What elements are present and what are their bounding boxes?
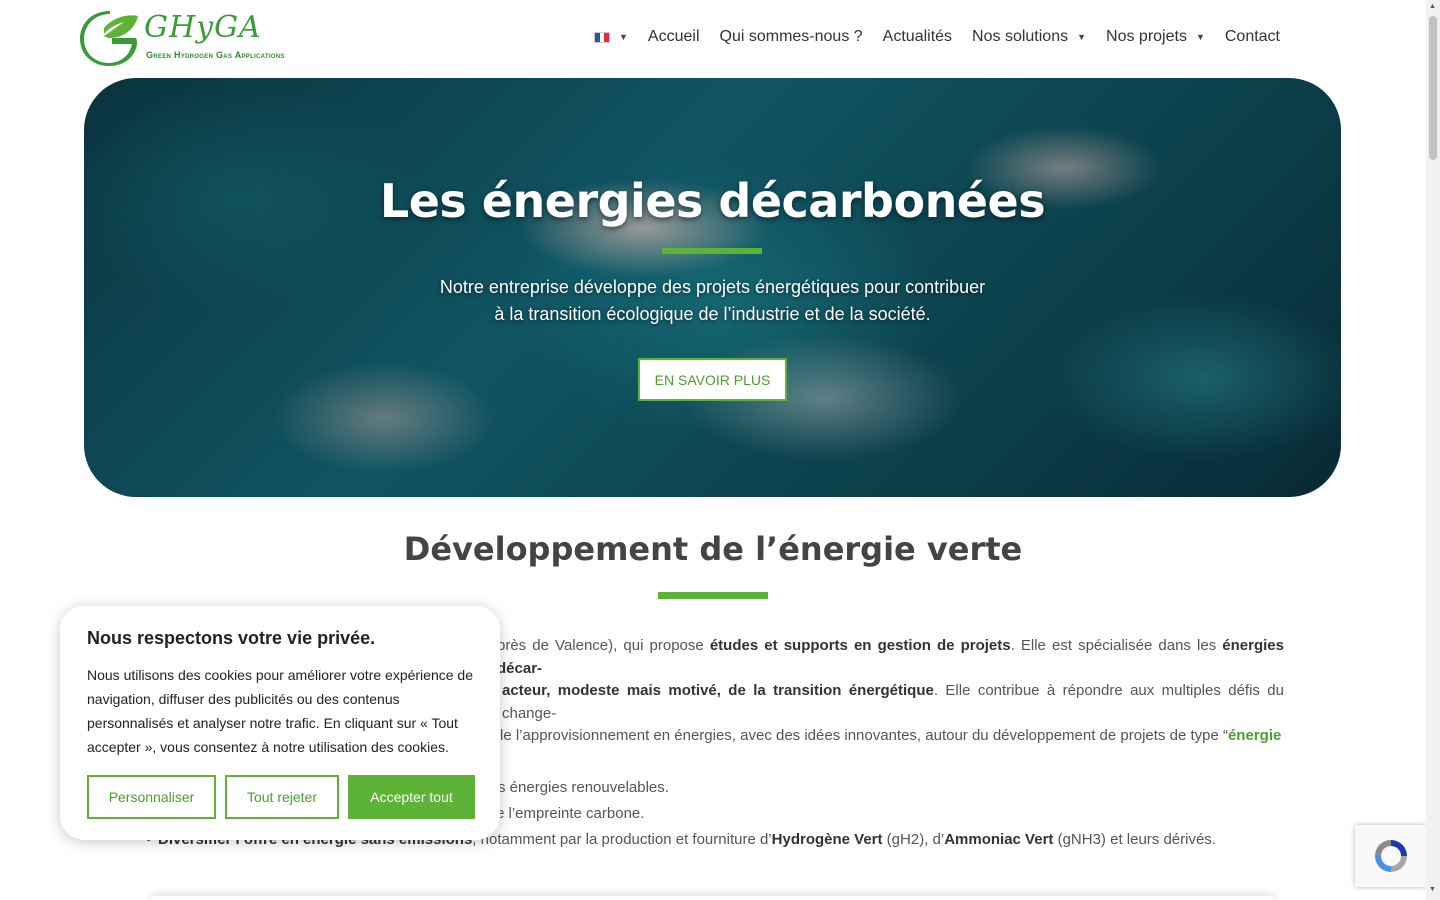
scroll-up-icon[interactable]: ▲ [1429, 3, 1436, 10]
france-flag-icon [594, 31, 610, 43]
nav-label: Nos solutions [972, 28, 1069, 45]
nav-label: Accueil [647, 28, 700, 45]
site-logo[interactable]: GHyGA Green Hydrogen Gas Applications [80, 8, 310, 68]
cookie-text: Nous utilisons des cookies pour améliore… [87, 667, 473, 755]
customize-cookies-button[interactable]: Personnaliser [87, 775, 216, 819]
chevron-down-icon: ▼ [619, 32, 628, 42]
nav-actualites[interactable]: Actualités [883, 28, 952, 46]
nav-qui-sommes-nous[interactable]: Qui sommes-nous ? [720, 28, 863, 46]
nav-label: Contact [1224, 28, 1280, 45]
hero-divider [662, 248, 762, 254]
main-nav: ▼ Accueil Qui sommes-nous ? Actualités N… [594, 28, 1280, 46]
logo-tagline: Green Hydrogen Gas Applications [146, 50, 285, 60]
language-switcher[interactable]: ▼ [594, 31, 628, 43]
page-scrollbar[interactable]: ▲ ▼ [1426, 0, 1440, 900]
next-section-card [150, 896, 1275, 900]
learn-more-button[interactable]: EN SAVOIR PLUS [638, 358, 787, 401]
logo-leaf-g-icon [80, 11, 138, 66]
hero-description: Notre entreprise développe des projets é… [84, 274, 1341, 328]
hero-banner: Les énergies décarbonées Notre entrepris… [84, 78, 1341, 497]
hero-text-line: Notre entreprise développe des projets é… [439, 277, 986, 297]
cookie-consent-banner: Nous respectons votre vie privée. Nous u… [60, 606, 500, 840]
hero-title: Les énergies décarbonées [379, 174, 1046, 228]
cookie-actions: Personnaliser Tout rejeter Accepter tout [87, 775, 475, 819]
recaptcha-badge[interactable] [1355, 825, 1426, 887]
hero-text-line: à la transition écologique de l’industri… [494, 304, 931, 324]
section-divider [658, 592, 768, 599]
cookie-title: Nous respectons votre vie privée. [87, 628, 376, 648]
scroll-thumb[interactable] [1429, 16, 1437, 160]
site-header: GHyGA Green Hydrogen Gas Applications ▼ … [0, 0, 1426, 78]
reject-all-button[interactable]: Tout rejeter [225, 775, 339, 819]
nav-nos-projets[interactable]: Nos projets ▼ [1106, 28, 1205, 46]
nav-accueil[interactable]: Accueil [648, 28, 700, 46]
section-title: Développement de l’énergie verte [403, 530, 1023, 568]
scroll-down-icon[interactable]: ▼ [1429, 886, 1436, 893]
logo-title: GHyGA [144, 10, 262, 45]
accept-all-button[interactable]: Accepter tout [348, 775, 475, 819]
nav-label: Actualités [882, 28, 953, 45]
nav-label: Qui sommes-nous ? [719, 28, 863, 45]
chevron-down-icon: ▼ [1195, 32, 1205, 42]
nav-label: Nos projets [1106, 28, 1187, 45]
chevron-down-icon: ▼ [1077, 32, 1087, 42]
recaptcha-icon [1374, 840, 1407, 872]
nav-nos-solutions[interactable]: Nos solutions ▼ [972, 28, 1086, 46]
nav-contact[interactable]: Contact [1225, 28, 1280, 46]
energie-link[interactable]: énergie [1228, 727, 1281, 744]
